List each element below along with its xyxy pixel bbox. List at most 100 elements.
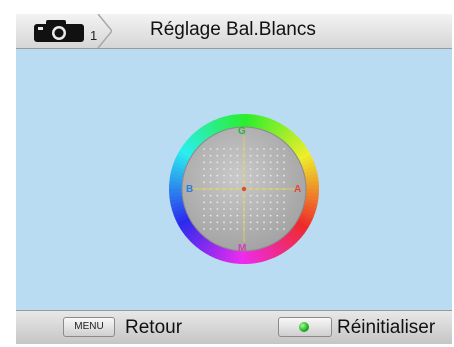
grid-dot (223, 221, 225, 224)
grid-dot (263, 208, 265, 210)
grid-dot (269, 161, 272, 164)
green-button-icon (299, 322, 309, 332)
grid-dot (283, 174, 285, 177)
reset-key-button[interactable] (278, 317, 332, 337)
grid-dot (236, 148, 239, 150)
grid-dot (276, 214, 279, 217)
grid-dot (223, 194, 225, 197)
reset-label[interactable]: Réinitialiser (337, 317, 435, 339)
grid-dot (269, 228, 272, 230)
grid-dot (283, 194, 285, 197)
grid-dot (263, 148, 265, 150)
grid-dot (203, 148, 205, 150)
grid-dot (216, 181, 219, 184)
grid-dot (276, 201, 279, 204)
grid-dot (276, 181, 279, 184)
grid-dot (249, 174, 252, 177)
shooting-mode-number: 1 (90, 28, 98, 43)
grid-dot (249, 221, 252, 224)
grid-dot (216, 214, 219, 217)
grid-dot (203, 181, 205, 184)
grid-dot (236, 214, 239, 217)
grid-dot (229, 168, 232, 170)
grid-dot (276, 221, 279, 224)
grid-dot (283, 161, 285, 164)
grid-dot (229, 228, 232, 230)
grid-dot (283, 228, 285, 230)
grid-dot (203, 208, 205, 210)
grid-dot (236, 228, 239, 230)
grid-dot (236, 168, 239, 170)
grid-dot (209, 221, 212, 224)
axis-label-g: G (238, 126, 246, 137)
grid-dot (236, 174, 239, 177)
footer-bar: MENU Retour Réinitialiser (16, 310, 452, 344)
grid-dot (249, 201, 252, 204)
grid-dot (256, 221, 259, 224)
grid-dot (203, 161, 205, 164)
grid-dot (283, 208, 285, 210)
selection-marker (241, 186, 247, 192)
grid-dot (216, 194, 219, 197)
page-title: Réglage Bal.Blancs (150, 19, 316, 40)
white-balance-wheel[interactable]: G M B A (167, 112, 321, 266)
grid-dot (249, 154, 252, 157)
grid-dot (216, 148, 219, 150)
camera-icon (34, 20, 84, 42)
grid-dot (209, 154, 212, 157)
grid-dot (229, 148, 232, 150)
grid-dot (276, 208, 279, 210)
grid-dot (216, 174, 219, 177)
grid-dot (216, 168, 219, 170)
grid-dot (263, 174, 265, 177)
grid-dot (216, 154, 219, 157)
grid-dot (263, 154, 265, 157)
grid-dot (269, 181, 272, 184)
axis-label-m: M (238, 243, 247, 254)
grid-dot (263, 194, 265, 197)
grid-dot (209, 148, 212, 150)
grid-dot (229, 161, 232, 164)
grid-dot (249, 168, 252, 170)
grid-dot (283, 168, 285, 170)
grid-dot (269, 208, 272, 210)
grid-dot (276, 161, 279, 164)
grid-dot (249, 161, 252, 164)
grid-dot (256, 208, 259, 210)
header-bar: 1 Réglage Bal.Blancs (16, 14, 452, 49)
grid-dot (216, 161, 219, 164)
grid-dot (223, 201, 225, 204)
grid-dot (216, 221, 219, 224)
grid-dot (283, 148, 285, 150)
grid-dot (269, 201, 272, 204)
grid-dot (203, 228, 205, 230)
grid-dot (216, 208, 219, 210)
grid-dot (249, 148, 252, 150)
grid-dot (249, 228, 252, 230)
grid-dot (249, 181, 252, 184)
grid-dot (223, 228, 225, 230)
grid-dot (269, 174, 272, 177)
grid-dot (236, 221, 239, 224)
grid-dot (256, 168, 259, 170)
grid-dot (236, 201, 239, 204)
grid-dot (249, 214, 252, 217)
grid-dot (256, 214, 259, 217)
grid-dot (203, 214, 205, 217)
menu-key-button[interactable]: MENU (63, 317, 115, 337)
grid-dot (256, 181, 259, 184)
grid-dot (269, 214, 272, 217)
grid-dot (223, 148, 225, 150)
back-label[interactable]: Retour (125, 317, 182, 339)
grid-dot (209, 201, 212, 204)
axis-label-b: B (186, 184, 194, 195)
grid-dot (229, 174, 232, 177)
grid-dot (223, 208, 225, 210)
grid-dot (283, 154, 285, 157)
grid-dot (249, 194, 252, 197)
grid-dot (229, 201, 232, 204)
grid-dot (269, 194, 272, 197)
grid-dot (256, 194, 259, 197)
shooting-mode-tab[interactable]: 1 (16, 14, 112, 48)
grid-dot (276, 228, 279, 230)
